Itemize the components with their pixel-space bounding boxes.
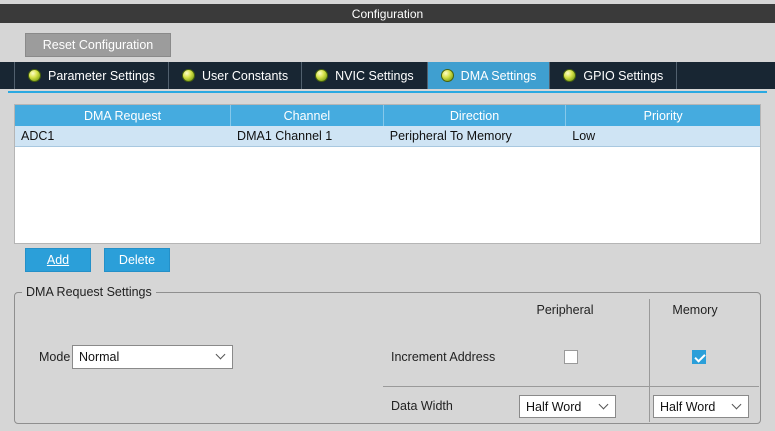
delete-button-label: Delete [118,253,156,267]
tab-label: Parameter Settings [48,68,155,83]
tab-label: GPIO Settings [583,68,664,83]
add-button[interactable]: Add [25,248,91,272]
increment-address-label: Increment Address [391,350,496,364]
tab-check-icon [182,69,195,82]
column-divider [649,299,650,422]
tab-check-icon [28,69,41,82]
table-row[interactable]: ADC1 DMA1 Channel 1 Peripheral To Memory… [15,126,760,147]
reset-configuration-button[interactable]: Reset Configuration [25,33,171,57]
memory-increment-checkbox[interactable] [692,350,706,364]
col-header-direction: Direction [384,105,567,126]
tab-dma-settings[interactable]: DMA Settings [427,62,551,89]
cell-priority: Low [572,129,596,143]
tab-bar: Parameter Settings User Constants NVIC S… [0,62,775,89]
chevron-down-icon [215,349,226,360]
window-title-bar: Configuration [0,4,775,23]
chevron-down-icon [598,399,609,409]
reset-configuration-label: Reset Configuration [42,38,154,52]
group-title: DMA Request Settings [22,285,156,299]
tab-nvic-settings[interactable]: NVIC Settings [302,62,428,89]
peripheral-column-label: Peripheral [536,303,594,317]
tab-user-constants[interactable]: User Constants [169,62,303,89]
cell-dma-request: ADC1 [21,129,55,143]
memory-data-width-dropdown[interactable]: Half Word [653,395,749,418]
table-header-row: DMA Request Channel Direction Priority [15,105,760,126]
tab-check-icon [315,69,329,82]
mode-value: Normal [79,350,120,364]
window-title: Configuration [351,6,424,21]
delete-button[interactable]: Delete [104,248,170,272]
tab-label: User Constants [202,68,289,83]
tab-check-icon [440,69,454,82]
tab-parameter-settings[interactable]: Parameter Settings [14,62,169,89]
mode-dropdown[interactable]: Normal [72,345,233,369]
cell-direction: Peripheral To Memory [389,129,512,143]
tab-underline [8,91,767,93]
peripheral-data-width-dropdown[interactable]: Half Word [519,395,616,418]
col-header-dma-request: DMA Request [15,105,232,126]
row-divider [383,386,759,387]
peripheral-data-width-value: Half Word [526,399,582,414]
memory-data-width-value: Half Word [660,399,716,414]
dma-request-settings-group: DMA Request Settings Peripheral Memory M… [14,285,761,424]
peripheral-increment-checkbox[interactable] [564,350,578,364]
memory-column-label: Memory [672,303,718,317]
tab-label: DMA Settings [460,68,537,83]
col-header-priority: Priority [643,108,683,123]
data-width-label: Data Width [391,399,453,413]
tab-label: NVIC Settings [335,68,414,83]
tab-check-icon [563,69,577,82]
mode-label: Mode [39,350,71,364]
dma-request-table: DMA Request Channel Direction Priority A… [14,104,761,244]
cell-channel: DMA1 Channel 1 [237,129,333,143]
tab-gpio-settings[interactable]: GPIO Settings [550,62,678,89]
col-header-channel: Channel [231,105,384,126]
chevron-down-icon [731,399,742,409]
add-button-label: Add [46,253,70,267]
